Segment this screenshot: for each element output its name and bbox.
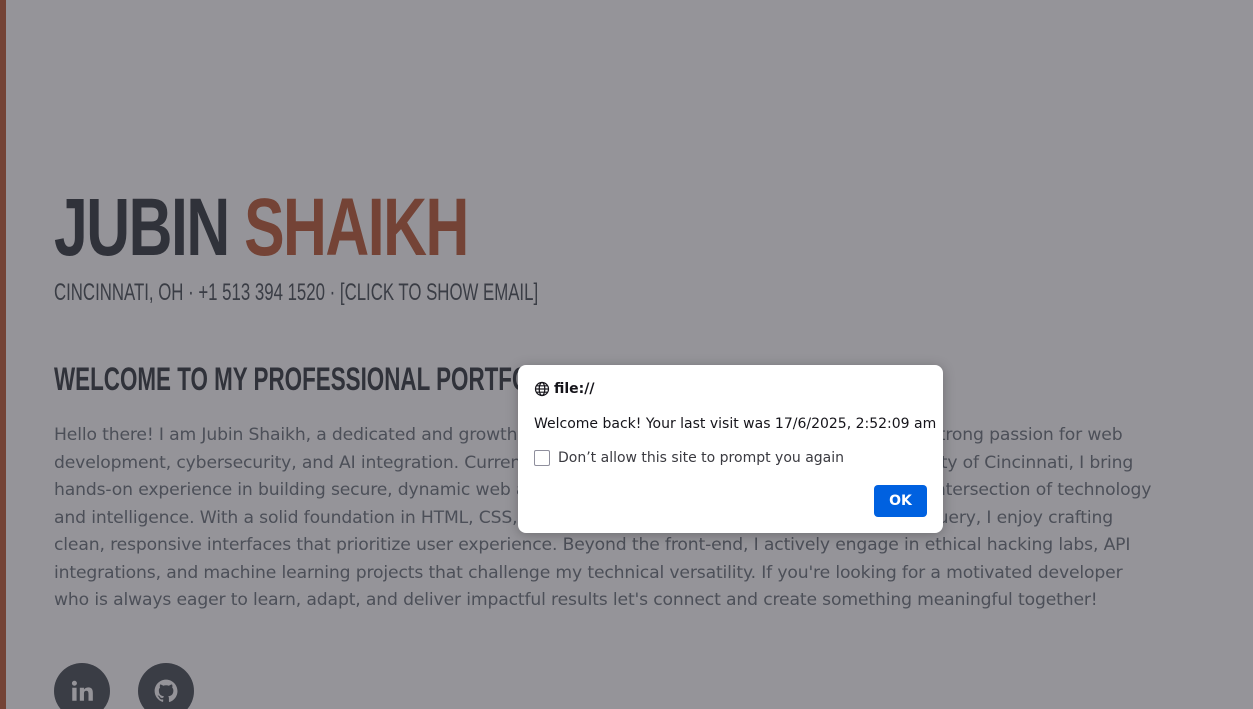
dialog-message: Welcome back! Your last visit was 17/6/2… bbox=[534, 416, 937, 432]
dialog-origin: file:// bbox=[554, 381, 595, 397]
ok-button[interactable]: OK bbox=[874, 485, 927, 517]
page: Jubin Shaikh Cincinnati, OH · +1 513 394… bbox=[0, 0, 1253, 709]
alert-dialog: file:// Welcome back! Your last visit wa… bbox=[518, 365, 943, 533]
prevent-prompts-label: Don’t allow this site to prompt you agai… bbox=[558, 450, 845, 466]
prevent-prompts-option[interactable]: Don’t allow this site to prompt you agai… bbox=[534, 450, 844, 466]
dialog-title: file:// bbox=[534, 381, 595, 397]
prevent-prompts-checkbox[interactable] bbox=[534, 450, 550, 466]
modal-overlay bbox=[0, 0, 1253, 709]
globe-icon bbox=[534, 381, 550, 397]
